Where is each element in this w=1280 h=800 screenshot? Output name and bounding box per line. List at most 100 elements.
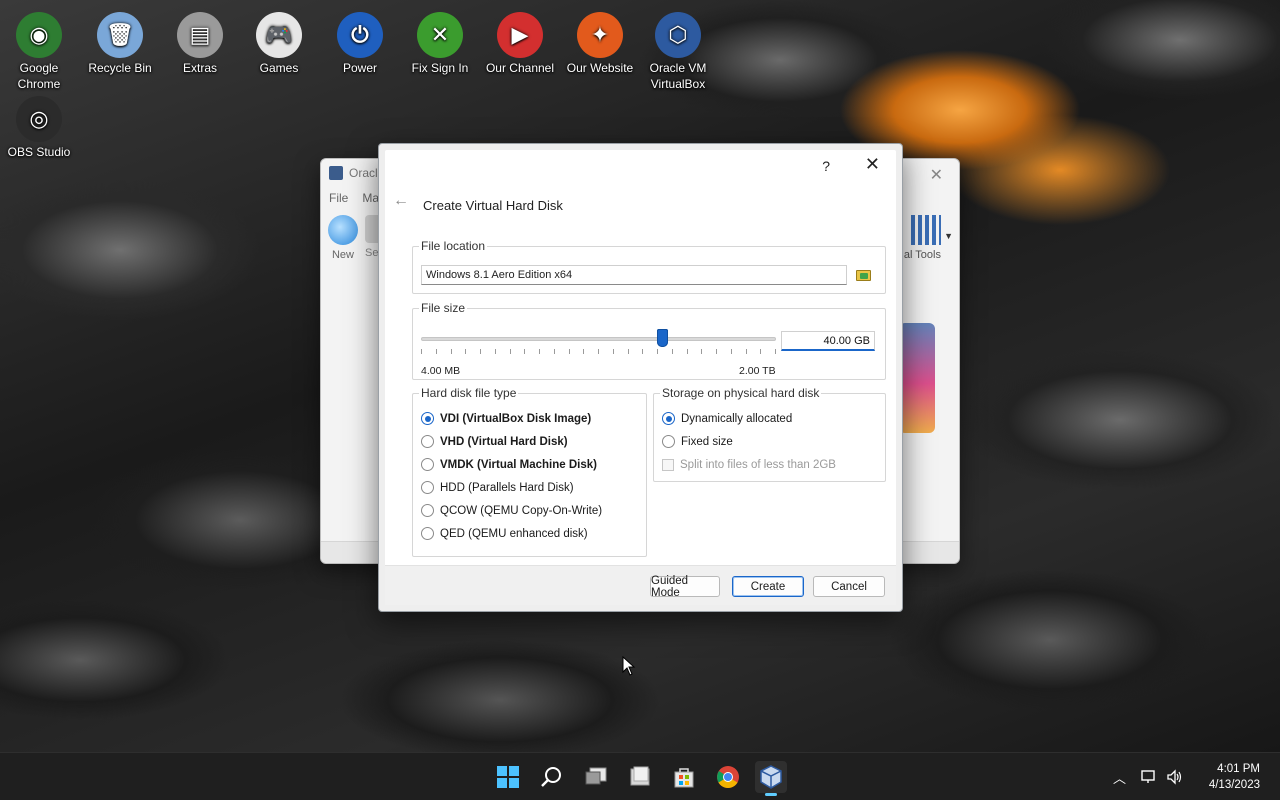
close-icon[interactable]: ✕ [930,165,943,185]
folder-browse-button[interactable] [855,267,873,283]
phoenix-icon: ✦ [577,12,623,58]
dialog-body: ? ✕ ← Create Virtual Hard Disk File loca… [385,150,896,605]
disk-type-option[interactable]: HDD (Parallels Hard Disk) [421,481,574,494]
storage-option[interactable]: Dynamically allocated [662,412,792,425]
vbox-window-title: Oracl [349,166,378,180]
disk-type-option-label: VDI (VirtualBox Disk Image) [440,412,592,425]
radio-button-icon [662,435,675,448]
split-files-checkbox[interactable]: Split into files of less than 2GB [662,459,836,471]
welcome-illustration [899,323,935,433]
search-button[interactable] [536,761,568,793]
back-arrow-icon[interactable]: ← [393,192,409,210]
disk-type-group: Hard disk file type VDI (VirtualBox Disk… [412,386,647,557]
desktop-icon-chrome[interactable]: ◉ Google Chrome [0,6,78,92]
store-icon [674,768,694,788]
radio-button-icon [421,435,434,448]
chevron-up-icon[interactable]: ︿ [1113,768,1126,787]
slider-tick [524,349,526,354]
file-size-group: File size 4.00 MB 2.00 TB [412,301,886,380]
taskbar-clock[interactable]: 4:01 PM 4/13/2023 [1209,761,1260,793]
disk-type-option[interactable]: VMDK (Virtual Machine Disk) [421,458,597,471]
desktop-icon-youtube[interactable]: ▶ Our Channel [481,6,559,76]
radio-button-icon [421,412,434,425]
chevron-down-icon[interactable]: ▼ [944,231,953,241]
desktop-icon-xbox[interactable]: ✕ Fix Sign In [401,6,479,76]
disk-type-option[interactable]: QCOW (QEMU Copy-On-Write) [421,504,602,517]
disk-type-option[interactable]: VHD (Virtual Hard Disk) [421,435,568,448]
disk-type-option-label: QCOW (QEMU Copy-On-Write) [440,504,603,517]
system-tray: ︿ [1113,753,1184,800]
file-location-input[interactable] [421,265,847,285]
close-button[interactable]: ✕ [865,154,880,175]
desktop-icon-recycle-bin[interactable]: 🗑 Recycle Bin [81,6,159,76]
desktop-icon-label: Power [342,61,377,75]
desktop-icon-label: Our Website [566,61,634,75]
menu-machine[interactable]: Ma [362,191,379,205]
slider-tick [509,349,511,354]
network-icon[interactable] [1140,769,1158,785]
desktop-icon-label: OBS Studio [7,145,71,159]
radio-button-icon [421,481,434,494]
desktop-icon-label: Games [259,61,299,75]
slider-tick [568,349,570,354]
slider-tick [686,349,688,354]
youtube-icon: ▶ [497,12,543,58]
desktop-icon-folder[interactable]: ▤ Extras [161,6,239,76]
volume-icon[interactable] [1166,769,1184,785]
slider-tick [583,349,585,354]
windows-start-icon [497,766,519,788]
guided-mode-button[interactable]: Guided Mode [650,575,720,599]
storage-label: Storage on physical hard disk [660,386,822,400]
disk-type-label: Hard disk file type [419,386,519,400]
desktop-icon-obs[interactable]: ◎ OBS Studio [0,90,78,160]
slider-tick [775,349,776,354]
storage-option[interactable]: Fixed size [662,435,733,448]
slider-tick [539,349,540,354]
dialog-footer: Guided Mode Create Cancel [385,565,896,605]
checkbox-icon [662,459,674,471]
slider-tick [450,349,452,354]
slider-tick [701,349,703,354]
chrome-icon: ◉ [16,12,62,58]
new-vm-button[interactable]: New [325,215,361,261]
start-button[interactable] [492,761,524,793]
disk-type-option[interactable]: QED (QEMU enhanced disk) [421,527,588,540]
help-button[interactable]: ? [822,158,830,174]
cancel-button[interactable]: Cancel [813,576,885,597]
taskbar: ︿ 4:01 PM 4/13/2023 [0,752,1280,800]
desktop-icon-label: Oracle VM VirtualBox [649,61,707,91]
mouse-cursor-icon [622,655,636,679]
create-button[interactable]: Create [732,576,804,597]
gamepad-icon: 🎮 [256,12,302,58]
slider-tick [494,349,496,354]
disk-type-option-label: VHD (Virtual Hard Disk) [440,435,568,448]
file-explorer-button[interactable] [624,761,656,793]
disk-type-option-label: QED (QEMU enhanced disk) [440,527,588,540]
desktop-icon-virtualbox[interactable]: ⬡ Oracle VM VirtualBox [639,6,717,92]
slider-tick [745,349,747,354]
desktop-icon-phoenix[interactable]: ✦ Our Website [561,6,639,76]
desktop-icon-power[interactable]: ⏻ Power [321,6,399,76]
desktop-icon-label: Recycle Bin [88,61,152,75]
split-files-label: Split into files of less than 2GB [680,459,836,471]
virtualbox-icon [329,166,343,180]
task-view-button[interactable] [580,761,612,793]
virtualbox-icon [760,765,782,789]
storage-option-label: Fixed size [681,435,733,448]
virtualbox-taskbar-button[interactable] [755,761,787,796]
slider-tick [421,349,422,354]
file-size-slider-track[interactable] [421,337,776,341]
menu-file[interactable]: File [329,191,348,205]
store-button[interactable] [668,761,700,793]
desktop-icon-gamepad[interactable]: 🎮 Games [240,6,318,76]
chrome-taskbar-button[interactable] [712,761,744,793]
file-size-slider-handle[interactable] [657,329,669,347]
virtualbox-icon: ⬡ [655,12,701,58]
chrome-icon [717,766,739,788]
slider-tick [730,349,732,354]
task-view-icon [585,767,607,785]
disk-type-option[interactable]: VDI (VirtualBox Disk Image) [421,412,591,425]
clock-time: 4:01 PM [1217,763,1260,775]
file-size-input[interactable] [781,331,875,351]
slider-tick [435,349,437,354]
